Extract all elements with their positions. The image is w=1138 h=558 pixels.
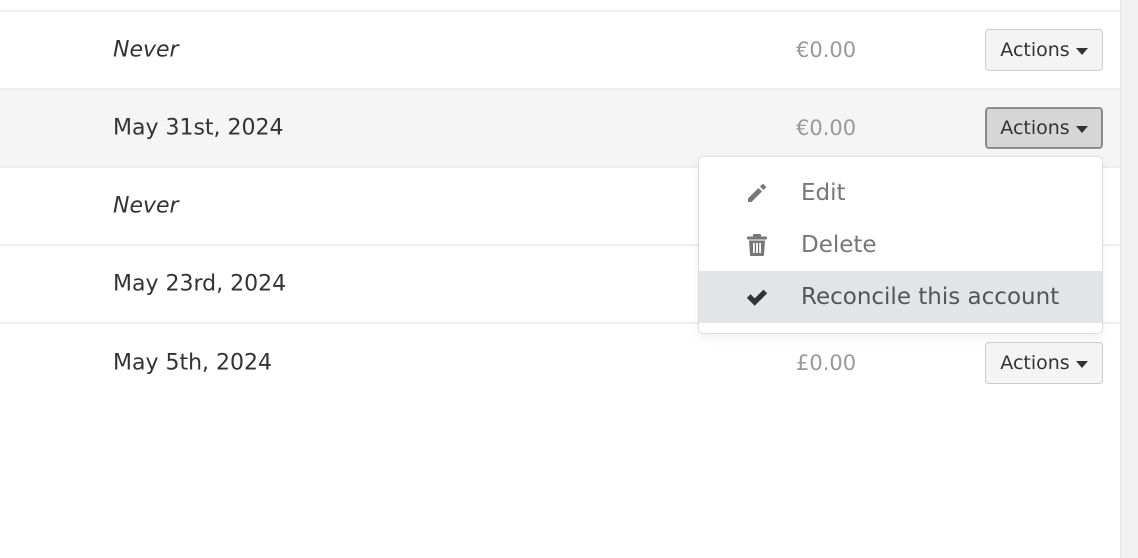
actions-button[interactable]: Actions (985, 342, 1103, 384)
table-row: May 5th, 2024 £0.00 Actions (0, 324, 1120, 402)
menu-item-delete[interactable]: Delete (699, 219, 1102, 271)
actions-button[interactable]: Actions (985, 107, 1103, 149)
actions-button[interactable]: Actions (985, 29, 1103, 71)
pencil-icon (745, 181, 769, 205)
vertical-scrollbar[interactable] (1120, 0, 1138, 558)
balance-amount: €0.00 (796, 116, 857, 140)
trash-icon (745, 233, 769, 257)
caret-down-icon (1075, 47, 1088, 55)
caret-down-icon (1075, 360, 1088, 368)
balance-amount: £0.00 (796, 351, 857, 375)
menu-item-label: Edit (801, 180, 846, 206)
menu-item-label: Delete (801, 232, 877, 258)
last-reconciled-date: Never (113, 37, 179, 63)
actions-button-label: Actions (1000, 39, 1070, 61)
actions-button-label: Actions (1000, 117, 1070, 139)
accounts-table: Never €0.00 Actions May 31st, 2024 €0.00… (0, 0, 1120, 558)
caret-down-icon (1075, 125, 1088, 133)
menu-item-label: Reconcile this account (801, 284, 1060, 310)
menu-item-edit[interactable]: Edit (699, 167, 1102, 219)
check-icon (745, 285, 769, 309)
actions-button-label: Actions (1000, 352, 1070, 374)
table-top-border (0, 0, 1120, 12)
menu-item-reconcile[interactable]: Reconcile this account (699, 271, 1102, 323)
table-row: Never €0.00 Actions (0, 12, 1120, 90)
last-reconciled-date: May 5th, 2024 (113, 350, 273, 376)
last-reconciled-date: May 31st, 2024 (113, 115, 284, 141)
balance-amount: €0.00 (796, 38, 857, 62)
last-reconciled-date: May 23rd, 2024 (113, 271, 287, 297)
actions-dropdown-menu: Edit Delete Reconcile this account (698, 156, 1103, 334)
last-reconciled-date: Never (113, 193, 179, 219)
